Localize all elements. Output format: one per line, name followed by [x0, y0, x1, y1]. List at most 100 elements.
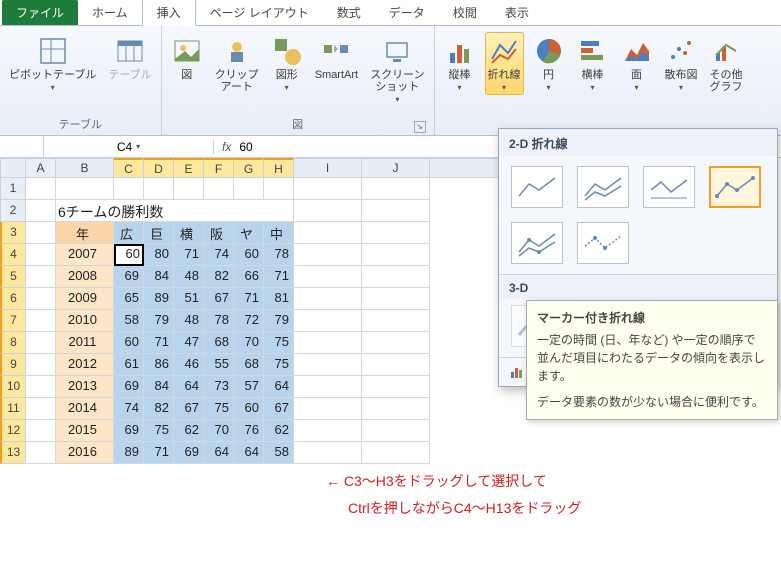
- cell[interactable]: [26, 200, 56, 222]
- cell-value[interactable]: 71: [144, 442, 174, 464]
- header-team[interactable]: 横: [174, 222, 204, 244]
- cell-value[interactable]: 64: [234, 442, 264, 464]
- cell[interactable]: [362, 398, 430, 420]
- cell-year[interactable]: 2009: [56, 288, 114, 310]
- cell[interactable]: [294, 222, 362, 244]
- cell[interactable]: [26, 332, 56, 354]
- cell-value[interactable]: 80: [144, 244, 174, 266]
- cell-value[interactable]: 69: [174, 442, 204, 464]
- cell[interactable]: [174, 178, 204, 200]
- cell-value[interactable]: 73: [204, 376, 234, 398]
- cell-value[interactable]: 66: [234, 266, 264, 288]
- cell[interactable]: [294, 288, 362, 310]
- cell-value[interactable]: 79: [264, 310, 294, 332]
- cell-value[interactable]: 89: [144, 288, 174, 310]
- cell[interactable]: [26, 222, 56, 244]
- cell-value[interactable]: 78: [264, 244, 294, 266]
- cell-value[interactable]: 57: [234, 376, 264, 398]
- cell[interactable]: [362, 310, 430, 332]
- cell[interactable]: [294, 354, 362, 376]
- cell-year[interactable]: 2012: [56, 354, 114, 376]
- name-box[interactable]: C4 ▾: [44, 140, 214, 154]
- header-team[interactable]: 広: [114, 222, 144, 244]
- tab-formulas[interactable]: 数式: [323, 0, 375, 25]
- cell-value[interactable]: 60: [234, 244, 264, 266]
- cell[interactable]: [362, 332, 430, 354]
- cell[interactable]: [26, 310, 56, 332]
- table-button[interactable]: テーブル: [105, 32, 154, 84]
- cell-year[interactable]: 2011: [56, 332, 114, 354]
- cell-value[interactable]: 82: [144, 398, 174, 420]
- col-header[interactable]: F: [204, 158, 234, 178]
- cell-value[interactable]: 60: [234, 398, 264, 420]
- header-team[interactable]: 巨: [144, 222, 174, 244]
- cell-value[interactable]: 68: [204, 332, 234, 354]
- col-header[interactable]: C: [114, 158, 144, 178]
- cell-year[interactable]: 2010: [56, 310, 114, 332]
- col-header[interactable]: I: [294, 158, 362, 178]
- fx-icon[interactable]: fx: [222, 140, 231, 154]
- smartart-button[interactable]: SmartArt: [312, 32, 361, 84]
- row-header[interactable]: 8: [0, 332, 26, 354]
- header-team[interactable]: 阪: [204, 222, 234, 244]
- row-header[interactable]: 11: [0, 398, 26, 420]
- col-header[interactable]: E: [174, 158, 204, 178]
- cell[interactable]: [362, 178, 430, 200]
- cell-value[interactable]: 75: [264, 354, 294, 376]
- cell[interactable]: [56, 178, 114, 200]
- row-header[interactable]: 4: [0, 244, 26, 266]
- cell-value[interactable]: 58: [114, 310, 144, 332]
- cell[interactable]: [362, 266, 430, 288]
- header-team[interactable]: ヤ: [234, 222, 264, 244]
- row-header[interactable]: 2: [0, 200, 26, 222]
- col-header[interactable]: G: [234, 158, 264, 178]
- cell-value[interactable]: 79: [144, 310, 174, 332]
- cell[interactable]: [294, 178, 362, 200]
- cell[interactable]: [26, 266, 56, 288]
- row-header[interactable]: 10: [0, 376, 26, 398]
- cell-value[interactable]: 48: [174, 266, 204, 288]
- cell-year[interactable]: 2014: [56, 398, 114, 420]
- cell[interactable]: [362, 376, 430, 398]
- row-header[interactable]: 5: [0, 266, 26, 288]
- tab-data[interactable]: データ: [375, 0, 439, 25]
- cell-value[interactable]: 48: [174, 310, 204, 332]
- cell[interactable]: [26, 178, 56, 200]
- cell[interactable]: [264, 178, 294, 200]
- cell[interactable]: [362, 222, 430, 244]
- cell-year[interactable]: 2007: [56, 244, 114, 266]
- cell[interactable]: [26, 442, 56, 464]
- tab-view[interactable]: 表示: [491, 0, 543, 25]
- cell-value[interactable]: 86: [144, 354, 174, 376]
- cell-value[interactable]: 47: [174, 332, 204, 354]
- row-header[interactable]: 3: [0, 222, 26, 244]
- cell-value[interactable]: 84: [144, 266, 174, 288]
- cell-value[interactable]: 64: [264, 376, 294, 398]
- cell[interactable]: [26, 420, 56, 442]
- row-header[interactable]: 6: [0, 288, 26, 310]
- line-chart-option-1[interactable]: [511, 166, 563, 208]
- cell-value[interactable]: 62: [264, 420, 294, 442]
- col-header[interactable]: B: [56, 158, 114, 178]
- cell-value[interactable]: 70: [204, 420, 234, 442]
- bar-chart-button[interactable]: 横棒 ▾: [574, 32, 612, 95]
- cell[interactable]: [362, 442, 430, 464]
- cell-value[interactable]: 76: [234, 420, 264, 442]
- header-year[interactable]: 年: [56, 222, 114, 244]
- cell[interactable]: [26, 398, 56, 420]
- cell-value[interactable]: 67: [264, 398, 294, 420]
- cell-value[interactable]: 58: [264, 442, 294, 464]
- pie-chart-button[interactable]: 円 ▾: [530, 32, 568, 95]
- cell-value[interactable]: 68: [234, 354, 264, 376]
- tab-file[interactable]: ファイル: [2, 0, 78, 25]
- cell-value[interactable]: 71: [174, 244, 204, 266]
- cell[interactable]: [144, 178, 174, 200]
- picture-button[interactable]: 図: [168, 32, 206, 84]
- cell-year[interactable]: 2008: [56, 266, 114, 288]
- row-header[interactable]: 12: [0, 420, 26, 442]
- dialog-launcher-icon[interactable]: ↘: [414, 121, 426, 133]
- cell-value[interactable]: 74: [204, 244, 234, 266]
- cell-value[interactable]: 67: [204, 288, 234, 310]
- row-header[interactable]: 7: [0, 310, 26, 332]
- cell-value[interactable]: 71: [234, 288, 264, 310]
